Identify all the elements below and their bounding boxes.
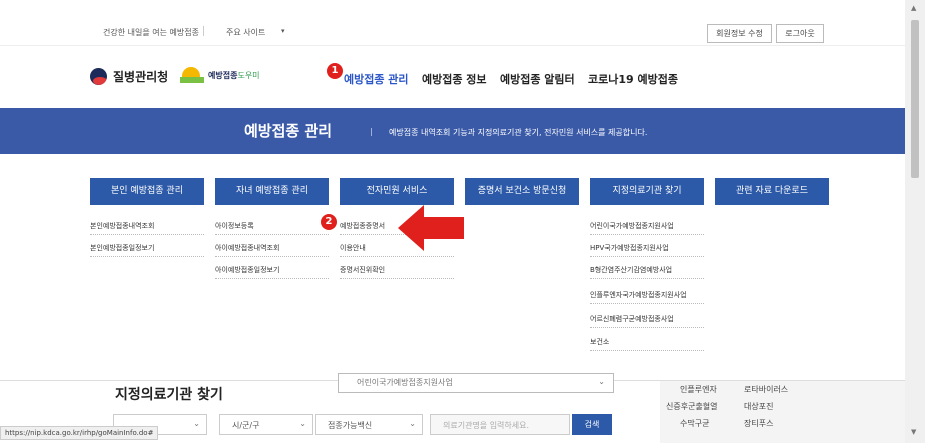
submenu-item[interactable]: 본인예방접종내역조회 — [90, 221, 154, 231]
helper-name: 예방접종 — [208, 70, 238, 80]
menu-e-civil-service[interactable]: 전자민원 서비스 — [340, 178, 454, 205]
submenu-item[interactable]: 아이예방접종일정보기 — [215, 265, 279, 275]
vertical-scrollbar[interactable]: ▲ ▼ — [905, 0, 925, 443]
divider — [590, 234, 704, 235]
vaccine-quick-links: 인플루엔자 로타바이러스 신증후군출혈열 대상포진 수막구균 장티푸스 — [660, 381, 905, 443]
status-bar-url: https://nip.kdca.go.kr/irhp/goMainInfo.d… — [0, 426, 159, 440]
submenu-item[interactable]: HPV국가예방접종지원사업 — [590, 243, 669, 253]
divider — [90, 234, 204, 235]
submenu-item[interactable]: 이용안내 — [340, 243, 366, 253]
banner-description: 예방접종 내역조회 기능과 지정의료기관 찾기, 전자민원 서비스를 제공합니다… — [389, 128, 648, 137]
menu-designated-clinics[interactable]: 지정의료기관 찾기 — [590, 178, 704, 205]
edit-profile-button[interactable]: 회원정보 수정 — [707, 24, 772, 43]
vaccine-link[interactable]: 인플루엔자 — [680, 384, 717, 395]
step-badge-1: 1 — [327, 63, 343, 79]
nav-covid19-vaccination[interactable]: 코로나19 예방접종 — [588, 71, 678, 87]
vaccine-select-value: 접종가능백신 — [328, 421, 373, 430]
divider — [590, 303, 704, 304]
vaccine-link[interactable]: 로타바이러스 — [744, 384, 788, 395]
menu-downloads[interactable]: 관련 자료 다운로드 — [715, 178, 829, 205]
submenu-item[interactable]: 아이정보등록 — [215, 221, 254, 231]
major-sites-dropdown[interactable]: 주요 사이트 — [226, 27, 265, 38]
divider — [215, 234, 329, 235]
menu-self-vaccination[interactable]: 본인 예방접종 관리 — [90, 178, 204, 205]
chevron-down-icon: ⌄ — [299, 419, 306, 428]
menu-child-vaccination[interactable]: 자녀 예방접종 관리 — [215, 178, 329, 205]
scroll-down-icon[interactable]: ▼ — [911, 428, 916, 436]
divider — [90, 256, 204, 257]
sun-logo-icon — [180, 65, 204, 85]
divider — [590, 278, 704, 279]
submenu-item[interactable]: 아이예방접종내역조회 — [215, 243, 279, 253]
kdca-emblem-icon — [90, 68, 107, 85]
submenu-item[interactable]: 어르신폐렴구균예방접종사업 — [590, 314, 674, 324]
scroll-up-icon[interactable]: ▲ — [911, 4, 916, 12]
divider — [590, 256, 704, 257]
clinic-name-placeholder: 의료기관명을 입력하세요. — [443, 421, 530, 430]
helper-name-suffix: 도우미 — [237, 70, 260, 80]
step-badge-2: 2 — [321, 214, 337, 230]
divider — [340, 256, 454, 257]
program-select-value: 어린이국가예방접종지원사업 — [357, 378, 453, 387]
main-header: 질병관리청 예방접종도우미 1 예방접종 관리 예방접종 정보 예방접종 알림터… — [0, 46, 905, 108]
submenu-item[interactable]: 본인예방접종일정보기 — [90, 243, 154, 253]
utility-bar: 건강한 내일을 여는 예방접종 주요 사이트 ▾ 회원정보 수정 로그아웃 — [0, 0, 905, 46]
divider — [215, 256, 329, 257]
banner-title: 예방접종 관리 — [244, 122, 333, 140]
divider — [371, 128, 372, 136]
city-select[interactable]: 시/군/구 ⌄ — [219, 414, 313, 435]
vaccine-select[interactable]: 접종가능백신 ⌄ — [315, 414, 423, 435]
vaccine-link[interactable]: 장티푸스 — [744, 418, 773, 429]
program-select[interactable]: 어린이국가예방접종지원사업 ⌄ — [338, 373, 614, 393]
submenu-item[interactable]: 어린이국가예방접종지원사업 — [590, 221, 674, 231]
submenu-item[interactable]: 보건소 — [590, 337, 609, 347]
city-select-value: 시/군/구 — [232, 421, 260, 430]
chevron-down-icon: ⌄ — [598, 377, 605, 386]
divider — [340, 278, 454, 279]
nav-vaccination-management[interactable]: 예방접종 관리 — [344, 71, 409, 87]
chevron-down-icon: ⌄ — [409, 419, 416, 428]
section-banner: 예방접종 관리 예방접종 내역조회 기능과 지정의료기관 찾기, 전자민원 서비… — [0, 108, 905, 154]
red-arrow-icon — [398, 205, 464, 251]
menu-certificate-visit[interactable]: 증명서 보건소 방문신청 — [465, 178, 579, 205]
divider — [203, 26, 204, 36]
submenu-vaccination-certificate[interactable]: 예방접종증명서 — [340, 221, 385, 231]
nav-vaccination-info[interactable]: 예방접종 정보 — [422, 71, 487, 87]
vaccine-link[interactable]: 대상포진 — [744, 401, 773, 412]
vaccination-helper-logo[interactable]: 예방접종도우미 — [180, 65, 260, 85]
divider — [590, 350, 704, 351]
vaccine-link[interactable]: 수막구균 — [680, 418, 709, 429]
slogan: 건강한 내일을 여는 예방접종 — [103, 28, 199, 37]
mega-menu: 본인 예방접종 관리 자녀 예방접종 관리 전자민원 서비스 증명서 보건소 방… — [0, 154, 905, 380]
finder-title: 지정의료기관 찾기 — [115, 387, 223, 403]
divider — [590, 327, 704, 328]
org-name: 질병관리청 — [113, 70, 169, 84]
kdca-logo[interactable]: 질병관리청 — [90, 68, 168, 85]
scrollbar-thumb[interactable] — [911, 20, 919, 178]
chevron-down-icon: ⌄ — [193, 419, 200, 428]
logout-button[interactable]: 로그아웃 — [776, 24, 824, 43]
submenu-item[interactable]: 인플루엔자국가예방접종지원사업 — [590, 290, 687, 300]
search-button[interactable]: 검색 — [572, 414, 612, 435]
vaccine-link[interactable]: 신증후군출혈열 — [666, 401, 718, 412]
nav-vaccination-notice[interactable]: 예방접종 알림터 — [500, 71, 575, 87]
clinic-name-input[interactable]: 의료기관명을 입력하세요. — [430, 414, 570, 435]
submenu-item[interactable]: 증명서진위확인 — [340, 265, 385, 275]
submenu-item[interactable]: B형간염주산기감염예방사업 — [590, 265, 672, 275]
divider — [215, 278, 329, 279]
chevron-down-icon[interactable]: ▾ — [281, 27, 285, 35]
